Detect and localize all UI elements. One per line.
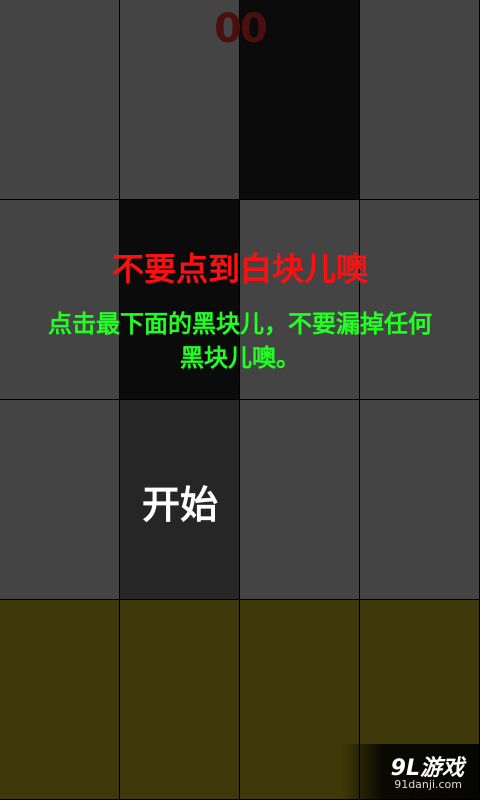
- game-board: 00 不要点到白块儿噢 点击最下面的黑块儿，不要漏掉任何 黑块儿噢。 开始 9L…: [0, 0, 480, 800]
- start-button[interactable]: 开始: [120, 474, 240, 529]
- tile-white[interactable]: [360, 400, 479, 599]
- watermark: 9L游戏 91danji.com: [342, 744, 480, 800]
- tile-row-3: [0, 400, 480, 600]
- hint-body: 点击最下面的黑块儿，不要漏掉任何 黑块儿噢。: [0, 307, 480, 375]
- watermark-url: 91danji.com: [394, 778, 462, 791]
- hint-title: 不要点到白块儿噢: [111, 250, 368, 288]
- score-display: 00: [214, 6, 268, 52]
- hint-line-1: 点击最下面的黑块儿，不要漏掉任何: [48, 310, 432, 338]
- tile-white[interactable]: [0, 400, 119, 599]
- tile-white[interactable]: [240, 400, 359, 599]
- tile-start-line: [120, 600, 239, 799]
- tile-start-line: [0, 600, 119, 799]
- hint-line-2: 黑块儿噢。: [180, 344, 300, 372]
